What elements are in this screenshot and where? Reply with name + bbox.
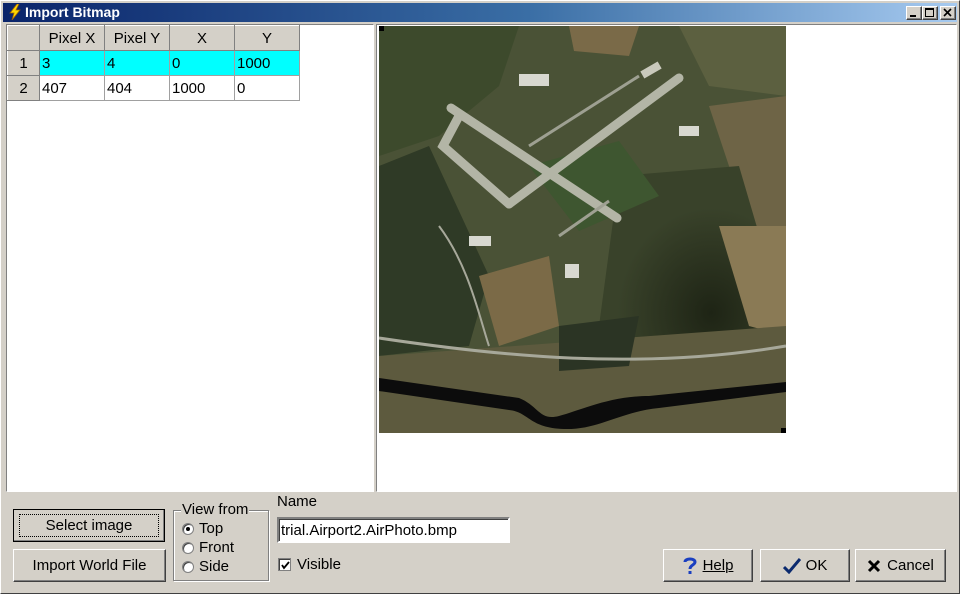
view-front-radio[interactable]: Front [182, 538, 234, 557]
visible-label: Visible [297, 556, 341, 573]
column-header-pixel-y[interactable]: Pixel Y [104, 25, 170, 51]
cell-pixel-y[interactable]: 404 [104, 75, 170, 101]
column-header-y[interactable]: Y [234, 25, 300, 51]
import-world-file-label: Import World File [32, 557, 147, 574]
x-mark-icon [868, 559, 881, 572]
maximize-icon [925, 8, 934, 17]
close-icon [943, 8, 952, 17]
select-image-button[interactable]: Select image [13, 509, 165, 542]
ok-label: OK [805, 557, 828, 574]
cancel-button[interactable]: Cancel [855, 549, 946, 582]
checkmark-icon [281, 561, 290, 570]
column-header-pixel-x[interactable]: Pixel X [39, 25, 105, 51]
cell-pixel-x[interactable]: 3 [39, 50, 105, 76]
radio-dot[interactable] [182, 522, 194, 535]
visible-checkbox[interactable] [278, 558, 291, 571]
view-side-radio[interactable]: Side [182, 557, 229, 576]
radio-label: Side [199, 558, 230, 575]
ok-button[interactable]: OK [760, 549, 850, 582]
lightning-bolt-icon [9, 4, 21, 20]
cell-y[interactable]: 1000 [234, 50, 300, 76]
radio-label: Top [199, 520, 224, 537]
radio-dot[interactable] [182, 541, 194, 554]
question-mark-icon [683, 557, 697, 574]
cell-x[interactable]: 1000 [169, 75, 235, 101]
row-number[interactable]: 1 [7, 50, 40, 76]
cell-pixel-x[interactable]: 407 [39, 75, 105, 101]
name-input[interactable] [277, 517, 510, 543]
cell-y[interactable]: 0 [234, 75, 300, 101]
minimize-button[interactable] [906, 6, 922, 20]
corner-cell [7, 25, 40, 51]
header-row: Pixel X Pixel Y X Y [7, 25, 300, 51]
cancel-label: Cancel [887, 557, 934, 574]
image-preview-panel[interactable] [376, 24, 957, 492]
radio-dot[interactable] [182, 560, 194, 573]
maximize-button[interactable] [922, 6, 938, 20]
view-top-radio[interactable]: Top [182, 519, 223, 538]
minimize-icon [910, 15, 916, 17]
help-button[interactable]: Help [663, 549, 753, 582]
control-points-grid[interactable]: Pixel X Pixel Y X Y 1 3 4 0 1000 2 407 4… [6, 24, 374, 492]
radio-label: Front [199, 539, 235, 556]
close-button[interactable] [940, 6, 956, 20]
row-number[interactable]: 2 [7, 75, 40, 101]
view-from-label: View from [181, 501, 250, 518]
column-header-x[interactable]: X [169, 25, 235, 51]
import-bitmap-window: Import Bitmap Pixel X Pixel Y X Y 1 3 4 … [0, 0, 960, 594]
aerial-photo[interactable] [379, 26, 786, 433]
points-table: Pixel X Pixel Y X Y 1 3 4 0 1000 2 407 4… [7, 25, 300, 101]
table-row[interactable]: 1 3 4 0 1000 [7, 50, 300, 76]
name-label: Name [277, 493, 318, 510]
cell-pixel-y[interactable]: 4 [104, 50, 170, 76]
table-row[interactable]: 2 407 404 1000 0 [7, 75, 300, 101]
visible-checkbox-row[interactable]: Visible [278, 555, 341, 574]
title-bar[interactable]: Import Bitmap [3, 3, 957, 22]
select-image-label: Select image [18, 514, 160, 537]
import-world-file-button[interactable]: Import World File [13, 549, 166, 582]
cell-x[interactable]: 0 [169, 50, 235, 76]
help-label: Help [702, 557, 734, 574]
checkmark-icon [782, 557, 801, 574]
window-title: Import Bitmap [25, 4, 120, 20]
